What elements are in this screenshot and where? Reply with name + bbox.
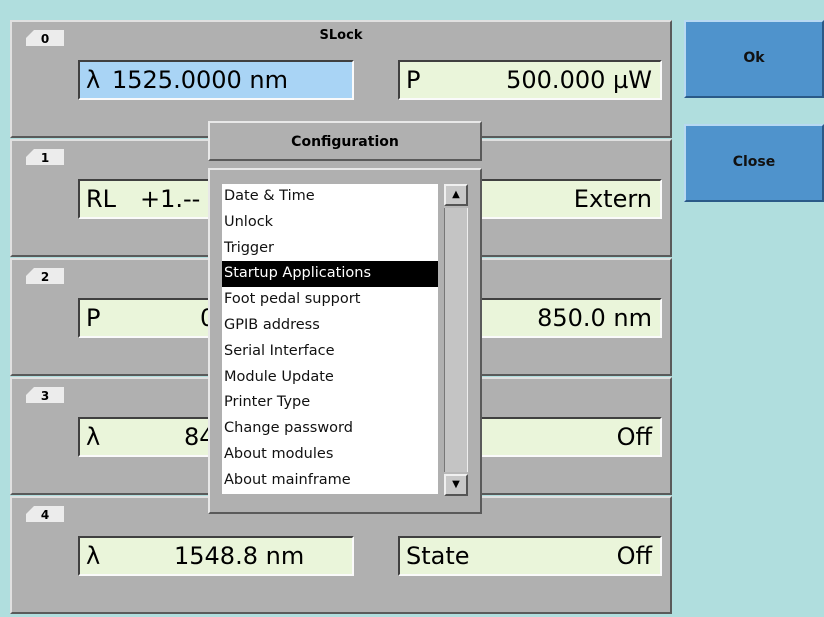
configuration-list-item[interactable]: Unlock xyxy=(222,210,438,236)
configuration-list-item[interactable]: GPIB address xyxy=(222,313,438,339)
configuration-dialog-title: Configuration xyxy=(208,121,482,161)
slot-3-tab[interactable]: 3 xyxy=(26,387,64,403)
scroll-up-button[interactable]: ▲ xyxy=(444,184,468,206)
slot-4-left-label: λ xyxy=(86,542,101,570)
slot-0-right-label: P xyxy=(406,66,421,94)
slot-1-left-label: RL xyxy=(86,185,117,213)
slot-4-right-value: Off xyxy=(616,542,652,570)
configuration-dialog: Date & Time Unlock Trigger Startup Applicat… xyxy=(208,168,482,514)
slot-3-right-value: Off xyxy=(616,423,652,451)
configuration-list-item[interactable]: Printer Type xyxy=(222,390,438,416)
slot-0-title: SLock xyxy=(319,28,363,43)
configuration-list-item[interactable]: Startup Applications xyxy=(222,261,438,288)
close-button[interactable]: Close xyxy=(684,124,824,202)
down-arrow-icon: ▼ xyxy=(452,479,460,490)
configuration-list-item[interactable]: Module Update xyxy=(222,365,438,391)
slot-0-right-value: 500.000 µW xyxy=(506,66,652,94)
slot-4-tab[interactable]: 4 xyxy=(26,506,64,522)
slot-4-right-label: State xyxy=(406,542,470,570)
scroll-down-button[interactable]: ▼ xyxy=(444,474,468,496)
slot-1-right-value: Extern xyxy=(573,185,652,213)
slot-4-right-field[interactable]: State Off xyxy=(398,536,662,576)
slot-0-wavelength-field[interactable]: 1525.0000 nm λ xyxy=(78,60,354,100)
configuration-list-item[interactable]: Trigger xyxy=(222,236,438,262)
configuration-list-item[interactable]: Foot pedal support xyxy=(222,287,438,313)
scroll-track[interactable] xyxy=(444,208,468,472)
configuration-list-item[interactable]: Change password xyxy=(222,416,438,442)
slot-3-left-label: λ xyxy=(86,423,101,451)
slot-4-left-value: 1548.8 nm xyxy=(174,542,305,570)
configuration-list[interactable]: Date & Time Unlock Trigger Startup Applicat… xyxy=(222,184,438,494)
slot-1-tab[interactable]: 1 xyxy=(26,149,64,165)
slot-0-power-field[interactable]: P 500.000 µW xyxy=(398,60,662,100)
slot-4-left-field[interactable]: λ 1548.8 nm xyxy=(78,536,354,576)
slot-0-left-label: λ xyxy=(86,66,101,94)
configuration-list-item[interactable]: About mainframe xyxy=(222,468,438,494)
slot-1-left-value: +1.-- xyxy=(140,185,201,213)
slot-0-left-value: 1525.0000 nm xyxy=(112,66,289,94)
list-scrollbar[interactable]: ▲ ▼ xyxy=(444,184,468,496)
slot-2-left-label: P xyxy=(86,304,101,332)
ok-button[interactable]: Ok xyxy=(684,20,824,98)
slot-2-right-value: 850.0 nm xyxy=(537,304,652,332)
configuration-list-item[interactable]: Date & Time xyxy=(222,184,438,210)
up-arrow-icon: ▲ xyxy=(452,189,460,200)
slot-2-tab[interactable]: 2 xyxy=(26,268,64,284)
configuration-list-item[interactable]: About modules xyxy=(222,442,438,468)
configuration-list-item[interactable]: Serial Interface xyxy=(222,339,438,365)
